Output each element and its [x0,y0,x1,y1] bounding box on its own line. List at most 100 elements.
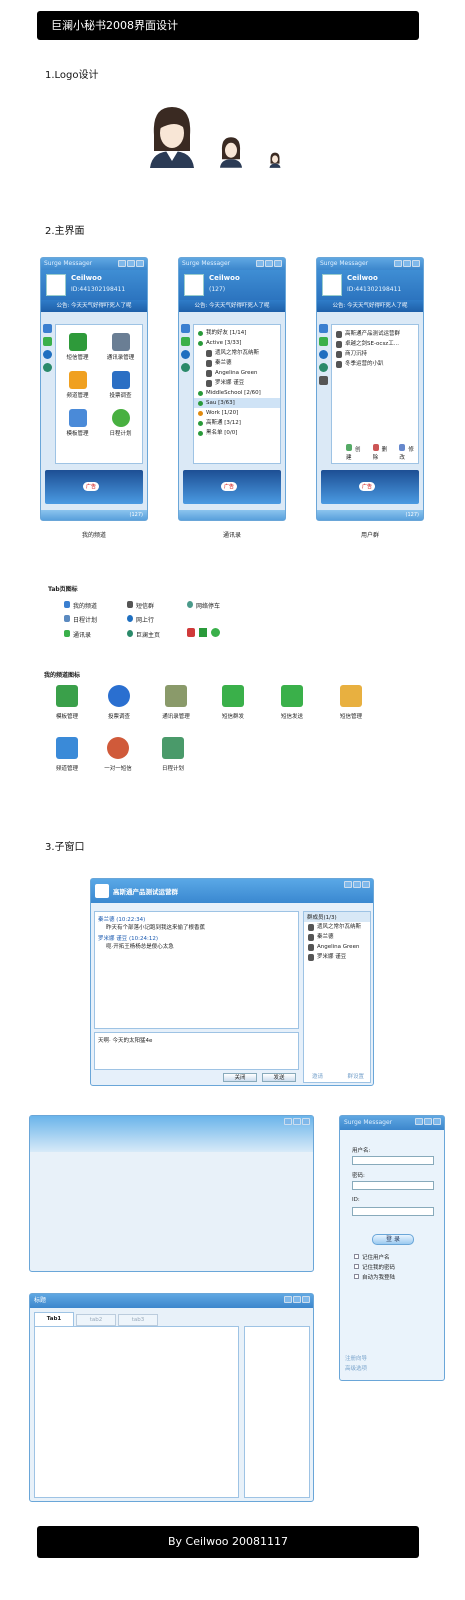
maximize-button[interactable] [265,260,273,267]
tab-1[interactable]: Tab1 [34,1312,74,1326]
contact-group[interactable]: 我的好友 [1/14] [194,328,280,338]
message-input[interactable]: 天啊· 今天的太阳猛4e [94,1032,299,1070]
tab-home[interactable] [319,363,328,372]
close-chat-button[interactable]: 关闭 [223,1073,257,1082]
close-button[interactable] [433,1118,441,1125]
contact-item[interactable]: 秦兰德 [194,358,280,368]
username-field[interactable] [352,1156,434,1165]
login-links: 注册向导 高级选项 [345,1354,367,1374]
users-icon [107,737,129,759]
list-item[interactable]: 商刀沉持 [332,349,418,359]
minimize-button[interactable] [344,881,352,888]
book-icon [187,628,195,637]
list-item[interactable]: 冬季运营的小趴 [332,359,418,369]
tab-home[interactable] [43,363,52,372]
minimize-button[interactable] [284,1118,292,1125]
tab-web[interactable] [181,350,190,359]
upload-icon [222,685,244,707]
title-bar: Surge Messager [179,258,285,270]
password-field[interactable] [352,1181,434,1190]
section-logo-title: 1.Logo设计 [45,70,99,81]
close-button[interactable] [412,260,420,267]
tab-sidebar [319,324,329,389]
tab-3[interactable]: tab3 [118,1314,158,1326]
auto-login-checkbox[interactable]: 自动为我登陆 [354,1273,395,1283]
create-group-button[interactable]: 创建 [346,444,365,461]
maximize-button[interactable] [424,1118,432,1125]
id-field[interactable] [352,1207,434,1216]
channel-item[interactable]: 通讯录管理 [99,333,142,361]
invite-link[interactable]: 邀请 [312,1072,323,1080]
maximize-button[interactable] [293,1118,301,1125]
blank-window [29,1115,314,1272]
contact-item[interactable]: 罗米娜 谨豆 [194,378,280,388]
tab-contacts[interactable] [181,337,190,346]
title-bar: Surge Messager [41,258,147,270]
minimize-button[interactable] [394,260,402,267]
channel-item[interactable]: 投票调查 [99,371,142,399]
minimize-button[interactable] [118,260,126,267]
minimize-button[interactable] [256,260,264,267]
tab-channel[interactable] [319,324,328,333]
maximize-button[interactable] [353,881,361,888]
close-button[interactable] [274,260,282,267]
group-settings-link[interactable]: 群设置 [347,1072,364,1080]
contact-group[interactable]: Active [3/33] [194,338,280,348]
close-button[interactable] [302,1296,310,1303]
minimize-button[interactable] [415,1118,423,1125]
main-window-contacts: Surge Messager Ceilwoo (127) 公告: 今天天气好得吓… [178,257,286,521]
ad-banner[interactable]: 广告 [183,470,281,504]
list-item[interactable]: 卓越之剑SE-ocsz工... [332,339,418,349]
tab-groups[interactable] [319,376,328,385]
avatar[interactable] [322,274,342,296]
maximize-button[interactable] [293,1296,301,1303]
avatar[interactable] [184,274,204,296]
tab-web[interactable] [43,350,52,359]
tab-contacts[interactable] [43,337,52,346]
channel-item[interactable]: 频道管理 [56,371,99,399]
channel-item[interactable]: 日程计划 [99,409,142,437]
delete-group-button[interactable]: 删除 [372,444,392,461]
tab-icon-item: 通讯录 [64,630,91,639]
contact-item[interactable]: Angelina Green [194,368,280,378]
channel-item[interactable]: 短信管理 [56,333,99,361]
remember-username-checkbox[interactable]: 记住用户名 [354,1253,395,1263]
tab-2[interactable]: tab2 [76,1314,116,1326]
ad-banner[interactable]: 广告 [321,470,419,504]
tab-home[interactable] [181,363,190,372]
remember-password-checkbox[interactable]: 记住我的密码 [354,1263,395,1273]
login-button[interactable]: 登 录 [372,1234,414,1245]
channel-item[interactable]: 模板管理 [56,409,99,437]
vote-icon [108,685,130,707]
edit-group-button[interactable]: 修改 [399,444,418,461]
tab-web[interactable] [319,350,328,359]
member-item[interactable]: 遗风之常尔瓦纳斯 [304,922,370,932]
contact-group[interactable]: 高斯通 [3/12] [194,418,280,428]
channel-grid: 短信管理 通讯录管理 频道管理 投票调查 模板管理 日程计划 [55,324,143,464]
ad-banner[interactable]: 广告 [45,470,143,504]
contact-group[interactable]: 黑名单 [0/0] [194,428,280,438]
minimize-button[interactable] [284,1296,292,1303]
contact-group[interactable]: Sau [3/63] [194,398,280,408]
contact-group[interactable]: MiddleSchool [2/60] [194,388,280,398]
close-button[interactable] [302,1118,310,1125]
maximize-button[interactable] [403,260,411,267]
send-button[interactable]: 发送 [262,1073,296,1082]
member-item[interactable]: 秦兰德 [304,932,370,942]
contact-group[interactable]: Work [1/20] [194,408,280,418]
advanced-options-link[interactable]: 高级选项 [345,1364,367,1374]
channel-icon-item: 一对一短信 [100,737,136,772]
close-button[interactable] [136,260,144,267]
close-button[interactable] [362,881,370,888]
member-item[interactable]: 罗米娜 谨豆 [304,952,370,962]
member-item[interactable]: Angelina Green [304,942,370,952]
maximize-button[interactable] [127,260,135,267]
send-icon [281,685,303,707]
avatar[interactable] [46,274,66,296]
register-link[interactable]: 注册向导 [345,1354,367,1364]
list-item[interactable]: 高斯通产品测试运营群 [332,329,418,339]
contact-item[interactable]: 遗风之常尔瓦纳斯 [194,348,280,358]
tab-channel[interactable] [43,324,52,333]
tab-channel[interactable] [181,324,190,333]
tab-contacts[interactable] [319,337,328,346]
